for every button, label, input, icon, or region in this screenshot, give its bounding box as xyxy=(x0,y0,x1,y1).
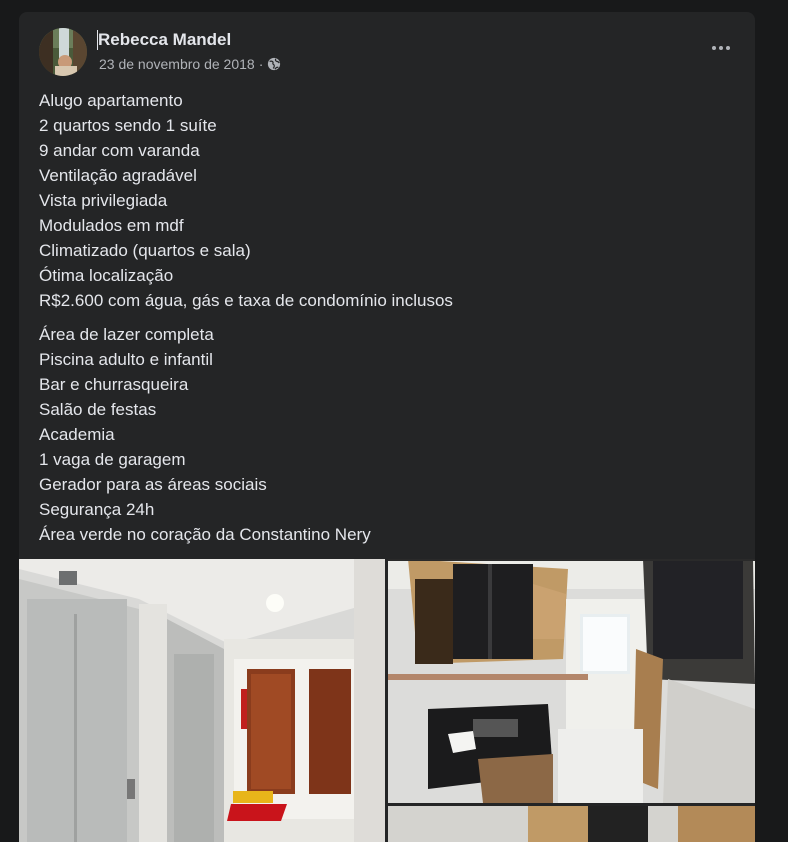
photo-grid xyxy=(19,559,755,842)
author-name[interactable]: Rebecca Mandel xyxy=(98,30,231,50)
post-line: Piscina adulto e infantil xyxy=(39,350,213,369)
author-avatar[interactable] xyxy=(39,28,87,76)
kitchen-photo[interactable] xyxy=(388,559,755,803)
post-date[interactable]: 23 de novembro de 2018 xyxy=(99,56,255,72)
post-line: Ventilação agradável xyxy=(39,166,197,185)
post-line: Segurança 24h xyxy=(39,500,155,519)
post-line: Área verde no coração da Constantino Ner… xyxy=(39,525,371,544)
more-options-icon[interactable] xyxy=(707,34,735,62)
post-paragraph-1: Alugo apartamento 2 quartos sendo 1 suít… xyxy=(39,88,739,313)
post-line: Salão de festas xyxy=(39,400,157,419)
post-line: 2 quartos sendo 1 suíte xyxy=(39,116,217,135)
globe-icon[interactable] xyxy=(267,57,281,71)
post-line: R$2.600 com água, gás e taxa de condomín… xyxy=(39,291,453,310)
avatar-image xyxy=(39,28,87,76)
post-line: Bar e churrasqueira xyxy=(39,375,189,394)
post-line: Ótima localização xyxy=(39,266,174,285)
post-line: Climatizado (quartos e sala) xyxy=(39,241,251,260)
post-line: 1 vaga de garagem xyxy=(39,450,186,469)
elevator-hallway-photo[interactable] xyxy=(19,559,385,842)
post-line: Modulados em mdf xyxy=(39,216,184,235)
post-line: Gerador para as áreas sociais xyxy=(39,475,267,494)
kitchen-photo-2[interactable] xyxy=(388,806,755,842)
post-line: 9 andar com varanda xyxy=(39,141,200,160)
post-text: Alugo apartamento 2 quartos sendo 1 suít… xyxy=(39,88,739,556)
meta-separator: · xyxy=(258,56,264,72)
post-line: Vista privilegiada xyxy=(39,191,168,210)
post-line: Academia xyxy=(39,425,115,444)
post-line: Alugo apartamento xyxy=(39,91,183,110)
post-line: Área de lazer completa xyxy=(39,325,214,344)
post-card: Rebecca Mandel 23 de novembro de 2018 · … xyxy=(19,12,755,842)
post-paragraph-2: Área de lazer completa Piscina adulto e … xyxy=(39,322,739,547)
post-meta: 23 de novembro de 2018 · xyxy=(99,56,281,72)
